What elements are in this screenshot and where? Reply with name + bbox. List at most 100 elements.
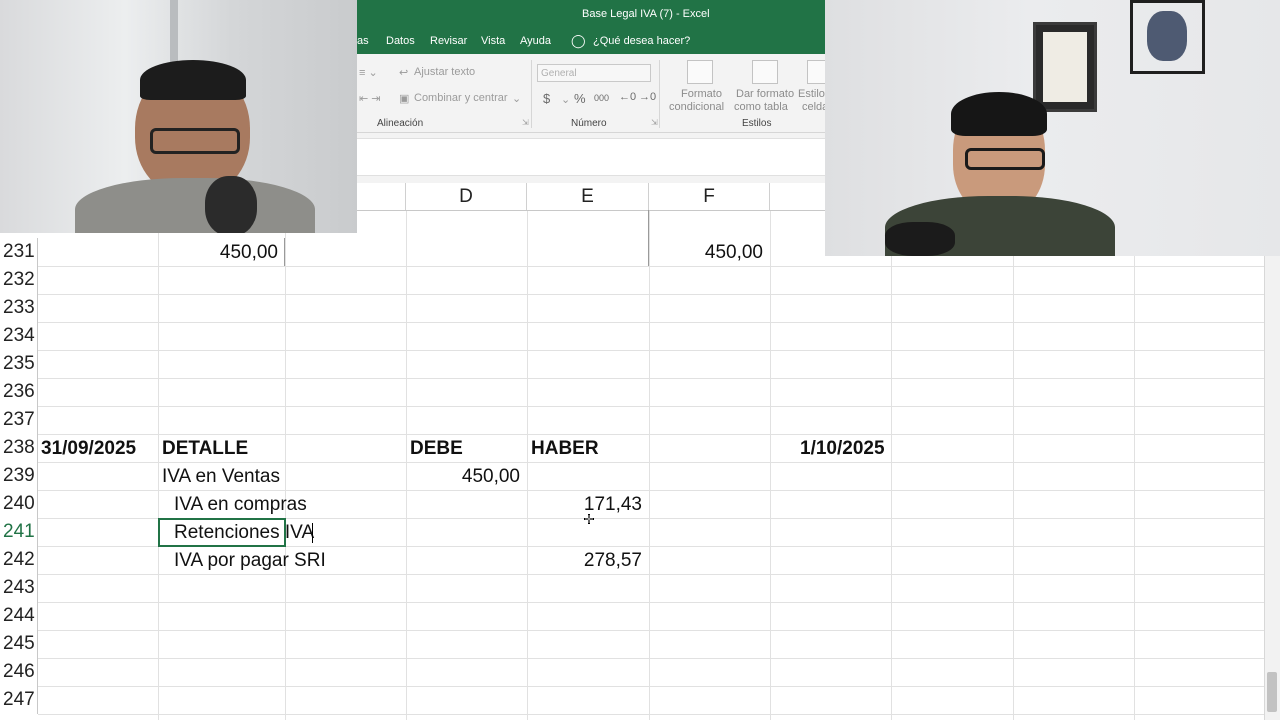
conditional-format-icon[interactable] — [687, 60, 713, 84]
cell-d238-debe[interactable]: DEBE — [410, 435, 463, 463]
lightbulb-icon: ◯ — [571, 33, 586, 48]
row-header-236[interactable]: 236 — [0, 378, 38, 406]
row-gridline — [38, 714, 1264, 715]
merge-center-icon[interactable]: ▣ — [399, 92, 409, 105]
row-header-243[interactable]: 243 — [0, 574, 38, 602]
row-header-234[interactable]: 234 — [0, 322, 38, 350]
column-gridline — [1134, 183, 1135, 720]
tab-revisar[interactable]: Revisar — [430, 35, 467, 47]
tab-vista[interactable]: Vista — [481, 35, 505, 47]
wrap-text-icon[interactable]: ↩ — [399, 66, 408, 79]
webcam-presenter-right — [825, 0, 1280, 256]
row-header-240[interactable]: 240 — [0, 490, 38, 518]
column-header-d[interactable]: D — [406, 183, 527, 210]
scrollbar-thumb[interactable] — [1267, 672, 1277, 712]
merge-center-button[interactable]: Combinar y centrar — [414, 92, 508, 104]
person-shirt — [75, 178, 315, 233]
row-gridline — [38, 378, 1264, 379]
text-cursor — [312, 523, 313, 543]
vertical-scrollbar[interactable] — [1264, 256, 1280, 720]
chevron-down-icon[interactable]: ⌄ — [561, 93, 570, 106]
microphone-icon — [205, 176, 257, 233]
currency-button[interactable]: $ — [543, 91, 550, 106]
cell-e238-haber[interactable]: HABER — [531, 435, 599, 463]
glasses-icon — [965, 148, 1045, 170]
row-gridline — [38, 350, 1264, 351]
format-table-icon[interactable] — [752, 60, 778, 84]
dialog-launcher-icon[interactable]: ⇲ — [651, 118, 658, 127]
conditional-format-button[interactable]: Formato — [681, 88, 722, 100]
percent-button[interactable]: % — [574, 91, 586, 106]
ribbon-tabs: as Datos Revisar Vista Ayuda ◯ ¿Qué dese… — [357, 29, 825, 54]
tab-formulas[interactable]: as — [357, 35, 369, 47]
cell-b242[interactable]: IVA por pagar SRI — [174, 547, 326, 575]
row-header-245[interactable]: 245 — [0, 630, 38, 658]
cell-b238-detalle[interactable]: DETALLE — [162, 435, 248, 463]
cell-a238-date[interactable]: 31/09/2025 — [41, 435, 136, 463]
increase-indent-icon[interactable]: ⇤ ⇥ — [359, 92, 381, 105]
excel-ribbon: Base Legal IVA (7) - Excel as Datos Revi… — [357, 0, 825, 183]
cell-e242[interactable]: 278,57 — [529, 547, 642, 575]
row-header-246[interactable]: 246 — [0, 658, 38, 686]
column-gridline — [406, 183, 407, 720]
cell-border — [648, 210, 649, 266]
row-header-238[interactable]: 238 — [0, 434, 38, 462]
divider — [531, 60, 532, 128]
row-header-239[interactable]: 239 — [0, 462, 38, 490]
row-header-242[interactable]: 242 — [0, 546, 38, 574]
tell-me-search[interactable]: ¿Qué desea hacer? — [593, 35, 690, 47]
row-gridline — [38, 658, 1264, 659]
column-header-c[interactable] — [357, 183, 406, 210]
microphone-icon — [885, 222, 955, 256]
cell-f231[interactable]: 450,00 — [650, 239, 763, 267]
styles-group-label: Estilos — [742, 118, 772, 129]
wrap-text-button[interactable]: Ajustar texto — [414, 66, 475, 78]
format-table-label[interactable]: como tabla — [734, 101, 788, 113]
dialog-launcher-icon[interactable]: ⇲ — [522, 118, 529, 127]
ribbon-body: ≡ ⌄ ⇤ ⇥ ↩ Ajustar texto ▣ Combinar y cen… — [357, 54, 825, 133]
column-gridline — [285, 183, 286, 720]
format-table-button[interactable]: Dar formato — [736, 88, 794, 100]
divider — [659, 60, 660, 128]
person-hair — [951, 92, 1047, 136]
chevron-down-icon[interactable]: ⌄ — [512, 92, 521, 105]
column-header-e[interactable]: E — [527, 183, 649, 210]
glasses-icon — [150, 128, 240, 154]
number-group-label: Número — [571, 118, 607, 129]
row-header-237[interactable]: 237 — [0, 406, 38, 434]
cell-b239[interactable]: IVA en Ventas — [162, 463, 280, 491]
tab-ayuda[interactable]: Ayuda — [520, 35, 551, 47]
cell-b241-editing[interactable]: Retenciones IVA — [174, 519, 314, 547]
mouse-cursor-icon — [584, 511, 594, 524]
cell-styles-label[interactable]: celda — [802, 101, 825, 113]
number-format-dropdown[interactable]: General — [537, 64, 651, 82]
indent-icon[interactable]: ≡ ⌄ — [359, 66, 378, 79]
thousands-button[interactable]: 000 — [594, 93, 609, 103]
decrease-decimal-icon[interactable]: →0 — [639, 91, 656, 103]
row-header-233[interactable]: 233 — [0, 294, 38, 322]
column-header-g[interactable] — [770, 183, 825, 210]
row-header-235[interactable]: 235 — [0, 350, 38, 378]
conditional-format-label[interactable]: condicional — [669, 101, 724, 113]
cell-g238-date[interactable]: 1/10/2025 — [800, 435, 885, 463]
row-gridline — [38, 630, 1264, 631]
webcam-presenter-left — [0, 0, 357, 233]
person-hair — [140, 60, 246, 100]
row-header-232[interactable]: 232 — [0, 266, 38, 294]
column-gridline — [1013, 183, 1014, 720]
cell-b231[interactable]: 450,00 — [160, 239, 278, 267]
cell-b240[interactable]: IVA en compras — [174, 491, 307, 519]
cell-styles-button[interactable]: Estilos — [798, 88, 825, 100]
column-header-f[interactable]: F — [649, 183, 770, 210]
cell-d239[interactable]: 450,00 — [408, 463, 520, 491]
tab-datos[interactable]: Datos — [386, 35, 415, 47]
row-header-231[interactable]: 231 — [0, 238, 38, 266]
row-header-244[interactable]: 244 — [0, 602, 38, 630]
row-header-241[interactable]: 241 — [0, 518, 38, 546]
row-gridline — [38, 294, 1264, 295]
row-header-247[interactable]: 247 — [0, 686, 38, 714]
column-headers: D E F — [357, 183, 825, 211]
cell-styles-icon[interactable] — [807, 60, 825, 84]
increase-decimal-icon[interactable]: ←0 — [619, 91, 636, 103]
formula-bar[interactable] — [357, 138, 825, 176]
